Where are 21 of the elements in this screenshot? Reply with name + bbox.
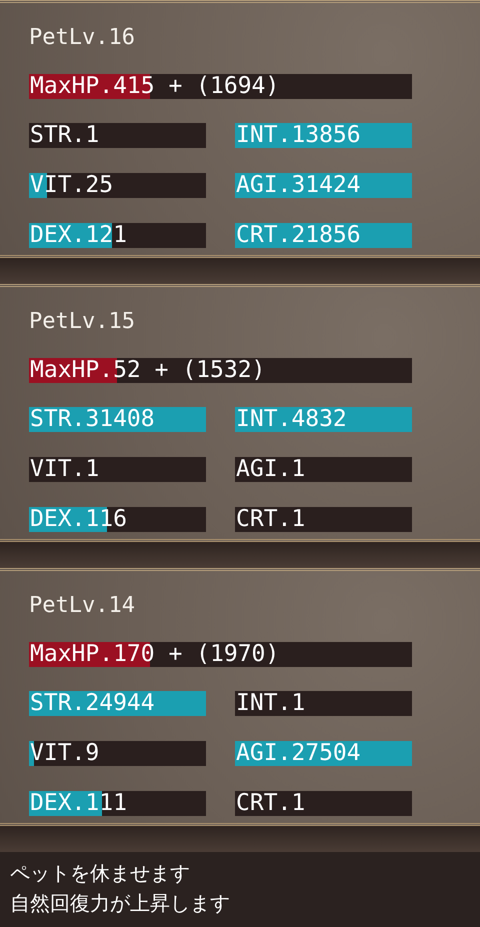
stat-label: STR.24944 [29, 691, 155, 716]
stat-label: MaxHP.52 + (1532) [29, 358, 266, 383]
message-text: ペットを休ませます [10, 860, 191, 887]
pet-level: PetLv.16 [29, 24, 136, 52]
stat-label: INT.4832 [235, 407, 347, 432]
stat-label: CRT.21856 [235, 223, 361, 248]
stat-label: MaxHP.170 + (1970) [29, 642, 280, 667]
stat-label: STR.31408 [29, 407, 155, 432]
stat-label: MaxHP.415 + (1694) [29, 74, 280, 99]
stat-label: CRT.1 [235, 507, 306, 532]
stat-label: INT.1 [235, 691, 306, 716]
stat-label: AGI.31424 [235, 173, 361, 198]
stat-label: AGI.27504 [235, 741, 361, 766]
pet-level: PetLv.15 [29, 308, 136, 336]
message-text: 自然回復力が上昇します [10, 890, 231, 917]
pet-level: PetLv.14 [29, 592, 136, 620]
stat-label: AGI.1 [235, 457, 306, 482]
stat-label: INT.13856 [235, 123, 361, 148]
stat-label: STR.1 [29, 123, 100, 148]
stat-label: VIT.1 [29, 457, 100, 482]
stat-label: CRT.1 [235, 791, 306, 816]
